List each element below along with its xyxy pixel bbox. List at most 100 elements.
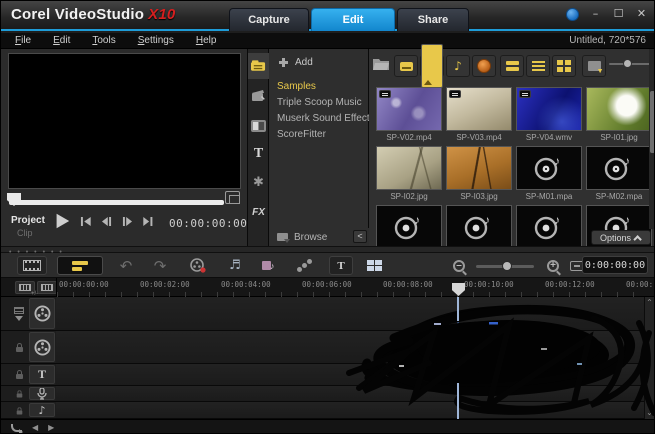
title-track-button[interactable]: T xyxy=(29,365,55,384)
help-icon[interactable] xyxy=(566,8,579,21)
filter-icon[interactable]: FX xyxy=(248,199,269,225)
thumbnail-sp-v02[interactable] xyxy=(376,87,442,131)
thumbnail-music[interactable]: ♪ xyxy=(446,205,512,249)
timeline-ruler[interactable]: 00:00:00:00 00:00:02:00 00:00:04:00 00:0… xyxy=(56,278,646,297)
category-scorefitter[interactable]: ScoreFitter xyxy=(277,129,326,140)
lock-icon[interactable] xyxy=(16,410,22,414)
panel-splitter[interactable]: • • • • • • • xyxy=(1,246,655,253)
thumbnail-sp-v03[interactable] xyxy=(446,87,512,131)
zoom-in-icon[interactable]: + xyxy=(543,256,563,275)
options-button[interactable]: Options xyxy=(591,230,651,245)
effects-dots-icon[interactable] xyxy=(291,256,319,275)
thumbnail-zoom-knob[interactable] xyxy=(623,59,632,68)
video-track-button[interactable] xyxy=(29,298,55,329)
category-samples[interactable]: Samples xyxy=(277,81,316,92)
scroll-up-icon[interactable]: ⌃ xyxy=(646,299,653,307)
filter-audio-icon[interactable]: ♪ xyxy=(446,55,470,77)
media-item: SP-I03.jpg xyxy=(446,146,512,201)
storyboard-view-button[interactable] xyxy=(17,256,47,275)
close-icon[interactable]: ✕ xyxy=(635,9,648,20)
view-large-icon[interactable] xyxy=(500,55,524,77)
thumbnail-sp-i03[interactable] xyxy=(446,146,512,190)
voice-track-button[interactable] xyxy=(29,387,55,400)
filter-photos-icon[interactable] xyxy=(420,55,444,77)
filter-videos-icon[interactable] xyxy=(394,55,418,77)
scroll-down-icon[interactable]: ⌄ xyxy=(646,409,653,417)
overlay-track-lane[interactable] xyxy=(56,331,646,363)
track-view-toggle2-icon[interactable] xyxy=(37,281,57,294)
play-button[interactable] xyxy=(53,212,71,230)
undo-icon[interactable]: ↶ xyxy=(113,256,139,275)
timeline-view-button[interactable] xyxy=(57,256,103,275)
project-mode-label[interactable]: Project xyxy=(11,215,45,226)
scroll-right-icon[interactable]: ▶ xyxy=(48,423,54,432)
voice-track-lane[interactable] xyxy=(56,386,646,401)
menu-help[interactable]: Help xyxy=(196,35,217,46)
previous-frame-button[interactable] xyxy=(100,215,113,228)
timeline-scrollbar[interactable]: ⌃ ⌄ xyxy=(644,297,654,419)
subtitle-editor-icon[interactable]: T xyxy=(329,256,353,275)
category-muserk-sound-effect[interactable]: Muserk Sound Effect xyxy=(277,113,370,124)
thumbnail-sp-i02[interactable] xyxy=(376,146,442,190)
title-track-lane[interactable] xyxy=(56,364,646,385)
menu-settings[interactable]: Settings xyxy=(138,35,174,46)
lock-icon[interactable] xyxy=(16,374,23,379)
thumbnail-sp-v04[interactable] xyxy=(516,87,582,131)
home-button[interactable] xyxy=(79,215,92,228)
thumbnail-sp-i01[interactable] xyxy=(586,87,652,131)
media-icon[interactable] xyxy=(248,53,269,79)
title-icon[interactable]: T xyxy=(248,141,269,167)
record-capture-icon[interactable] xyxy=(184,256,212,275)
thumbnail-sp-m01[interactable]: ♪ xyxy=(516,146,582,190)
lock-icon[interactable] xyxy=(16,394,22,398)
multi-trim-icon[interactable] xyxy=(361,256,387,275)
zoom-out-icon[interactable]: – xyxy=(449,256,469,275)
video-track-lane[interactable] xyxy=(56,297,646,330)
menu-edit[interactable]: Edit xyxy=(53,35,70,46)
minimize-icon[interactable]: – xyxy=(589,9,602,20)
transition-icon[interactable] xyxy=(248,113,269,139)
end-button[interactable] xyxy=(142,215,155,228)
add-folder-button[interactable]: Add xyxy=(279,57,313,68)
overlay-track-button[interactable] xyxy=(29,332,55,362)
timeline-zoom-slider[interactable] xyxy=(476,265,534,268)
redo-icon[interactable]: ↷ xyxy=(147,256,173,275)
thumbnail-music[interactable]: ♪ xyxy=(376,205,442,249)
next-frame-button[interactable] xyxy=(121,215,134,228)
scroll-left-icon[interactable]: ◀ xyxy=(32,423,38,432)
timeline-timecode[interactable]: 0:00:00:00 xyxy=(582,256,648,274)
view-list-icon[interactable] xyxy=(526,55,550,77)
swap-tracks-icon[interactable] xyxy=(11,424,22,432)
clip-mode-label[interactable]: Clip xyxy=(17,228,33,238)
filter-360-icon[interactable] xyxy=(472,55,496,77)
track-manager-icon[interactable] xyxy=(14,307,24,314)
sound-mixer-icon[interactable]: ♬ xyxy=(221,256,249,275)
view-grid-icon[interactable] xyxy=(552,55,576,77)
import-folder-icon[interactable] xyxy=(373,57,389,75)
lock-icon[interactable] xyxy=(16,347,23,352)
timeline-zoom-knob[interactable] xyxy=(502,261,512,271)
tab-edit[interactable]: Edit xyxy=(311,8,395,31)
thumbnail-zoom-slider[interactable] xyxy=(609,63,651,65)
tab-share[interactable]: Share xyxy=(397,8,469,31)
collapse-panel-button[interactable]: < xyxy=(353,230,367,243)
enlarge-preview-icon[interactable] xyxy=(225,191,240,204)
sort-icon[interactable] xyxy=(582,55,606,77)
media-item: ♪ xyxy=(446,205,512,249)
preview-timecode-value[interactable]: 00:00:00:00 xyxy=(169,217,247,230)
scrubber-track[interactable] xyxy=(9,200,224,205)
thumbnail-music[interactable]: ♪ xyxy=(516,205,582,249)
tab-capture[interactable]: Capture xyxy=(229,8,309,31)
menu-tools[interactable]: Tools xyxy=(92,35,115,46)
graphic-icon[interactable]: ✱ xyxy=(248,169,269,195)
music-track-button[interactable]: ♪ xyxy=(29,403,55,417)
thumbnail-sp-m02[interactable]: ♪ xyxy=(586,146,652,190)
instant-project-icon[interactable] xyxy=(248,83,269,109)
maximize-icon[interactable]: ☐ xyxy=(612,9,625,20)
chevron-down-icon[interactable] xyxy=(15,316,23,321)
category-triple-scoop-music[interactable]: Triple Scoop Music xyxy=(277,97,362,108)
music-track-lane[interactable] xyxy=(56,402,646,418)
menu-file[interactable]: File xyxy=(15,35,31,46)
media-scrollbar-thumb[interactable] xyxy=(650,91,655,153)
auto-music-icon[interactable]: ♪ xyxy=(255,256,283,275)
